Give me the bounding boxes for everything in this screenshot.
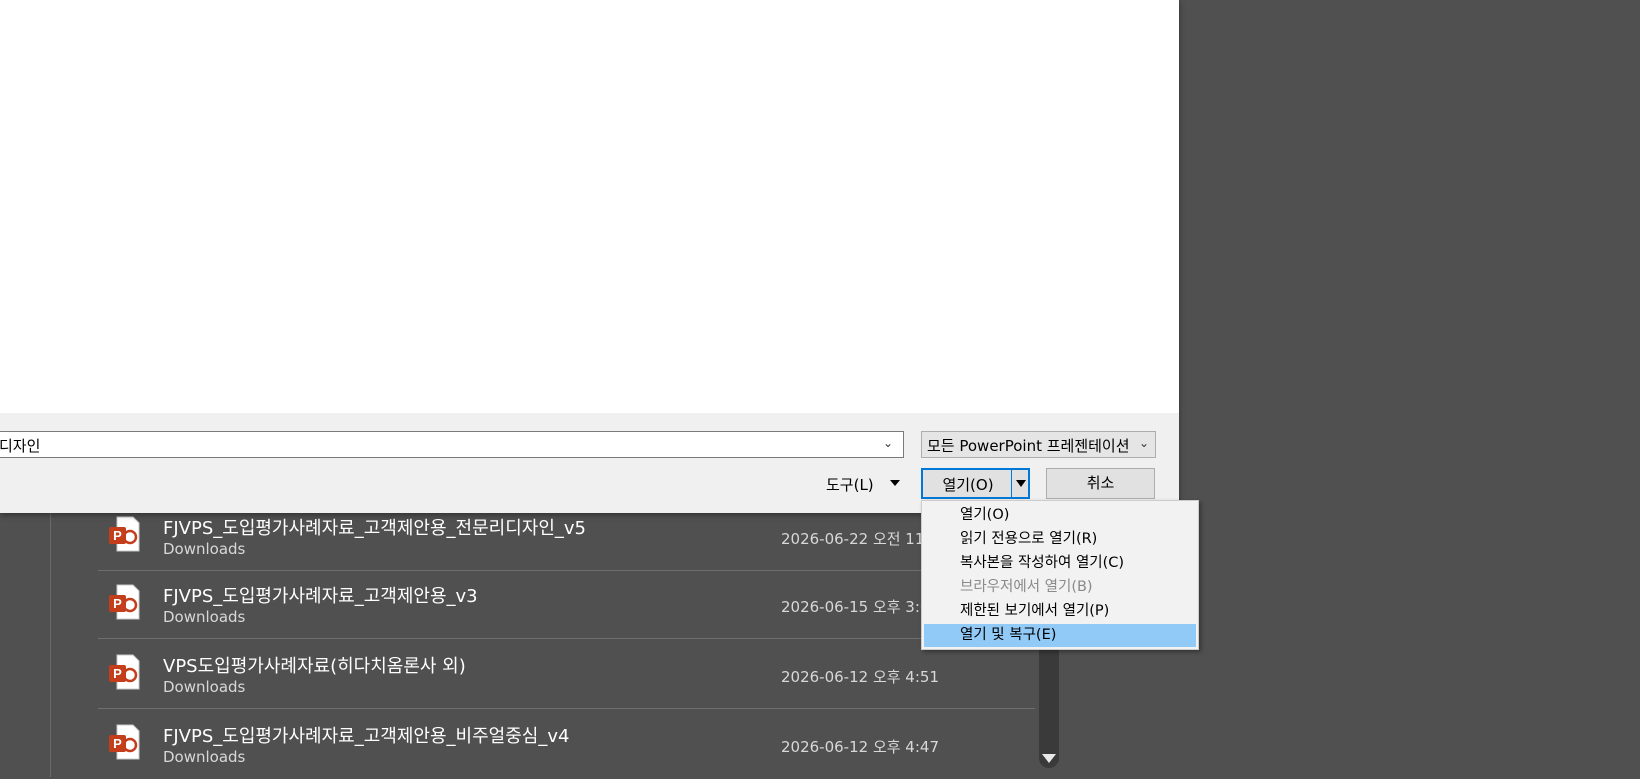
file-date: 2026-06-15 오후 3:05	[781, 598, 939, 616]
file-date: 2026-06-12 오후 4:47	[781, 738, 939, 756]
tools-button[interactable]: 도구(L)	[826, 474, 874, 495]
file-location: Downloads	[163, 678, 246, 696]
menu-item-open-read-only[interactable]: 읽기 전용으로 열기(R)	[924, 528, 1196, 551]
menu-item-open-protected-view[interactable]: 제한된 보기에서 열기(P)	[924, 600, 1196, 623]
chevron-down-icon[interactable]: ⌄	[883, 436, 895, 450]
file-type-filter[interactable]: 모든 PowerPoint 프레젠테이션 ⌄	[921, 431, 1156, 458]
row-divider	[98, 638, 1035, 639]
split-divider	[1011, 470, 1012, 497]
file-row[interactable]: P FJVPS_도입평가사례자료_고객제안용_비주얼중심_v4 Download…	[98, 711, 1035, 779]
file-row[interactable]: P FJVPS_도입평가사례자료_고객제안용_v3 Downloads 2026…	[98, 571, 1035, 639]
svg-text:P: P	[113, 596, 122, 611]
open-button-label[interactable]: 열기(O)	[923, 474, 1013, 495]
file-location: Downloads	[163, 608, 246, 626]
cancel-button[interactable]: 취소	[1046, 468, 1155, 499]
svg-text:P: P	[113, 528, 122, 543]
filename-combobox[interactable]: 디자인 ⌄	[0, 431, 904, 458]
svg-text:P: P	[113, 736, 122, 751]
menu-item-open[interactable]: 열기(O)	[924, 504, 1196, 527]
powerpoint-file-icon: P	[109, 584, 140, 620]
file-date: 2026-06-12 오후 4:51	[781, 668, 939, 686]
file-row[interactable]: P VPS도입평가사례자료(히다치옴론사 외) Downloads 2026-0…	[98, 641, 1035, 709]
svg-text:P: P	[113, 666, 122, 681]
powerpoint-file-icon: P	[109, 654, 140, 690]
file-name: FJVPS_도입평가사례자료_고객제안용_전문리디자인_v5	[163, 518, 586, 539]
scroll-down-arrow-icon[interactable]	[1042, 754, 1056, 763]
file-name: FJVPS_도입평가사례자료_고객제안용_비주얼중심_v4	[163, 726, 570, 747]
file-type-filter-label: 모든 PowerPoint 프레젠테이션	[927, 437, 1130, 455]
menu-item-open-and-repair[interactable]: 열기 및 복구(E)	[924, 624, 1196, 647]
chevron-down-icon[interactable]: ⌄	[1139, 436, 1149, 450]
file-location: Downloads	[163, 748, 246, 766]
open-options-arrow-icon[interactable]	[1016, 480, 1026, 487]
open-file-dialog: 디자인 ⌄ 모든 PowerPoint 프레젠테이션 ⌄ 도구(L) 열기(O)…	[0, 0, 1179, 513]
tools-dropdown-arrow-icon[interactable]	[890, 480, 900, 486]
file-name: VPS도입평가사례자료(히다치옴론사 외)	[163, 656, 466, 677]
open-options-menu: 열기(O) 읽기 전용으로 열기(R) 복사본을 작성하여 열기(C) 브라우저…	[921, 500, 1199, 650]
file-location: Downloads	[163, 540, 246, 558]
list-left-border	[50, 500, 51, 777]
file-date: 2026-06-22 오전 11:4	[781, 530, 939, 548]
filename-input[interactable]: 디자인	[0, 435, 40, 456]
powerpoint-file-icon: P	[109, 724, 140, 760]
file-row[interactable]: P FJVPS_도입평가사례자료_고객제안용_전문리디자인_v5 Downloa…	[98, 503, 1035, 571]
file-name: FJVPS_도입평가사례자료_고객제안용_v3	[163, 586, 478, 607]
row-divider	[98, 708, 1035, 709]
powerpoint-file-icon: P	[109, 516, 140, 552]
open-button[interactable]: 열기(O)	[921, 468, 1030, 499]
menu-item-open-in-browser: 브라우저에서 열기(B)	[960, 579, 1093, 595]
menu-item-open-as-copy[interactable]: 복사본을 작성하여 열기(C)	[924, 552, 1196, 575]
file-browser-pane[interactable]	[0, 0, 1179, 413]
